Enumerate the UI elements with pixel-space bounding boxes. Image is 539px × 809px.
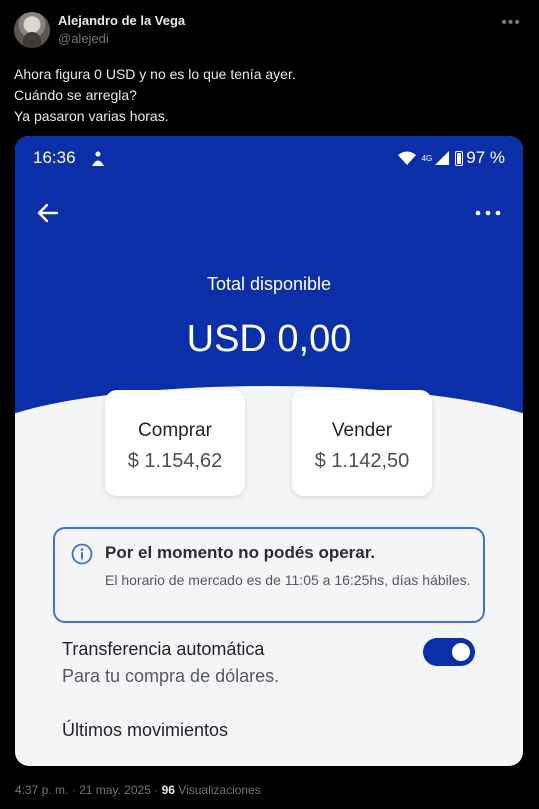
market-closed-notice: Por el momento no podés operar. El horar… <box>53 527 485 623</box>
total-available-label: Total disponible <box>206 274 332 294</box>
header-curve <box>15 386 523 496</box>
info-icon <box>71 543 93 565</box>
buy-label: Comprar <box>138 420 212 441</box>
views-label: Visualizaciones <box>178 783 261 797</box>
auto-transfer-title: Transferencia automática <box>62 639 265 659</box>
status-time: 16:36 <box>33 148 76 167</box>
notice-title: Por el momento no podés operar. <box>105 543 376 562</box>
author-handle[interactable]: @alejedi <box>58 31 109 46</box>
toggle-knob <box>452 643 470 661</box>
tweet-text-line: Ahora figura 0 USD y no es lo que tenía … <box>14 66 296 82</box>
recent-movements-title[interactable]: Últimos movimientos <box>62 720 228 741</box>
wifi-icon <box>397 151 416 165</box>
views-count: 96 <box>161 783 175 797</box>
back-arrow-icon[interactable] <box>35 200 61 226</box>
meta-separator: · <box>71 783 80 797</box>
sell-card[interactable]: Vender $ 1.142,50 <box>292 390 432 496</box>
battery-level: 97 % <box>466 148 505 167</box>
status-indicators: 4G 97 % <box>397 148 505 168</box>
status-bar: 16:36 4G 97 % <box>33 148 505 170</box>
tweet-date[interactable]: 21 may. 2025 <box>79 783 151 797</box>
tweet-text: Ahora figura 0 USD y no es lo que tenía … <box>14 64 524 127</box>
auto-transfer-toggle[interactable] <box>423 638 475 666</box>
meta-separator: · <box>154 783 162 797</box>
more-options-icon[interactable]: ••• <box>501 14 521 32</box>
notification-icon <box>92 151 104 166</box>
avatar[interactable] <box>14 12 50 48</box>
tweet-time[interactable]: 4:37 p. m. <box>15 783 68 797</box>
attached-screenshot[interactable]: 16:36 4G 97 % Total disponible USD 0,00 … <box>15 136 523 766</box>
notice-body: El horario de mercado es de 11:05 a 16:2… <box>105 572 471 588</box>
more-menu-icon[interactable] <box>473 200 503 226</box>
network-label: 4G <box>421 153 433 163</box>
auto-transfer-subtitle: Para tu compra de dólares. <box>62 666 280 686</box>
battery-icon <box>455 150 464 166</box>
buy-card[interactable]: Comprar $ 1.154,62 <box>105 390 245 496</box>
tweet-header: Alejandro de la Vega @alejedi ••• <box>14 12 525 48</box>
author-name[interactable]: Alejandro de la Vega <box>58 13 185 28</box>
total-available-value: USD 0,00 <box>186 318 352 360</box>
tweet-text-line: Cuándo se arregla? <box>14 87 137 103</box>
signal-icon <box>435 151 450 165</box>
tweet-meta: 4:37 p. m. · 21 may. 2025 · 96 Visualiza… <box>15 783 261 797</box>
tweet-text-line: Ya pasaron varias horas. <box>14 108 169 124</box>
sell-label: Vender <box>331 420 393 441</box>
sell-price: $ 1.142,50 <box>314 450 410 472</box>
buy-price: $ 1.154,62 <box>127 450 223 472</box>
